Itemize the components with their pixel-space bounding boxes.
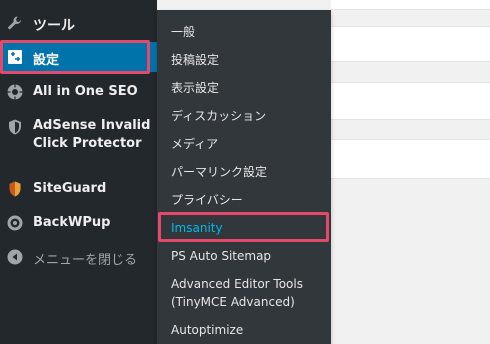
admin-sidebar: ツール 設定 All in One SEO AdSense Invalid Cl… <box>0 0 157 344</box>
submenu-item-ps-auto-sitemap[interactable]: PS Auto Sitemap <box>171 247 271 265</box>
sidebar-item-label: All in One SEO <box>33 84 138 99</box>
submenu-item-discussion[interactable]: ディスカッション <box>171 107 266 125</box>
sidebar-item-label-line2: Click Protector <box>33 136 142 151</box>
submenu-item-writing[interactable]: 投稿設定 <box>171 51 219 69</box>
collapse-arrow-icon <box>6 248 24 266</box>
sidebar-item-label: BackWPup <box>33 215 111 230</box>
content-panel-2 <box>331 26 490 62</box>
seo-gear-icon <box>6 83 24 101</box>
submenu-item-imsanity[interactable]: Imsanity <box>171 219 223 237</box>
sidebar-item-label: ツール <box>33 18 75 34</box>
sidebar-item-all-in-one-seo[interactable]: All in One SEO <box>0 79 157 105</box>
settings-submenu: 一般 投稿設定 表示設定 ディスカッション メディア パーマリンク設定 プライバ… <box>157 10 331 344</box>
sidebar-item-label: SiteGuard <box>33 181 107 196</box>
submenu-item-advanced-editor-tools-line2: (TinyMCE Advanced) <box>171 295 295 309</box>
siteguard-shield-icon <box>6 180 24 198</box>
wrench-icon <box>6 14 24 32</box>
submenu-item-autoptimize[interactable]: Autoptimize <box>171 321 243 339</box>
sidebar-item-tools[interactable]: ツール <box>0 10 157 38</box>
backwpup-icon <box>6 214 24 232</box>
sidebar-item-siteguard[interactable]: SiteGuard <box>0 176 157 202</box>
shield-icon <box>6 118 24 136</box>
submenu-item-privacy[interactable]: プライバシー <box>171 191 243 209</box>
submenu-item-reading[interactable]: 表示設定 <box>171 79 219 97</box>
content-panel-3 <box>331 82 490 120</box>
sidebar-item-label: 設定 <box>33 53 60 68</box>
submenu-item-permalinks[interactable]: パーマリンク設定 <box>171 163 267 181</box>
sidebar-item-label: AdSense Invalid <box>33 118 151 133</box>
content-panel-1 <box>331 0 490 10</box>
settings-icon <box>6 48 24 66</box>
content-panel-4 <box>331 139 490 179</box>
sidebar-item-settings[interactable]: 設定 <box>0 42 157 72</box>
submenu-item-advanced-editor-tools[interactable]: Advanced Editor Tools <box>171 275 303 293</box>
sidebar-item-backwpup[interactable]: BackWPup <box>0 210 157 236</box>
collapse-menu-button[interactable]: メニューを閉じる <box>0 244 157 270</box>
sidebar-item-adsense-invalid-click-protector[interactable]: AdSense Invalid Click Protector <box>0 113 157 157</box>
submenu-item-general[interactable]: 一般 <box>171 23 195 41</box>
submenu-item-media[interactable]: メディア <box>171 135 218 153</box>
sidebar-item-label: メニューを閉じる <box>33 253 138 268</box>
